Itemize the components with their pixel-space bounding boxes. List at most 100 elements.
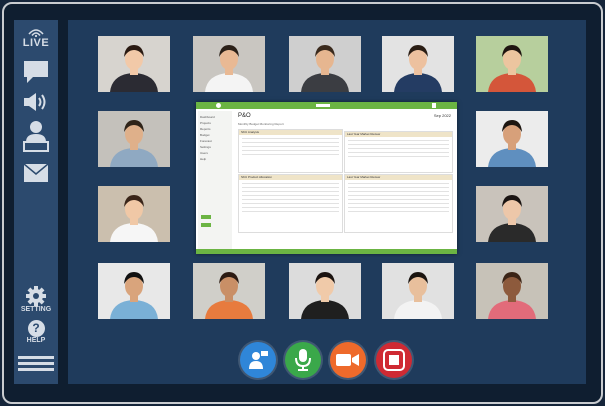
participant-avatar <box>476 111 548 167</box>
panel-row-line <box>242 191 339 192</box>
participant-avatar <box>382 36 454 92</box>
shared-screen-header <box>196 102 457 109</box>
speaker-icon <box>24 93 46 111</box>
participant-video-tile[interactable] <box>193 36 265 92</box>
participant-video-tile[interactable] <box>193 263 265 319</box>
microphone-button[interactable] <box>285 342 321 378</box>
panel-title: SKU Analysis <box>239 130 342 135</box>
panel-row-line <box>242 203 339 204</box>
panel-row-line <box>242 138 339 139</box>
panel-row-line <box>242 195 339 196</box>
participant-video-tile[interactable] <box>98 186 170 242</box>
panel-row-line <box>348 183 449 184</box>
header-controls-icon <box>316 104 330 107</box>
participant-avatar <box>382 263 454 319</box>
report-intro: Monthly Budget Monitoring Report <box>238 122 284 126</box>
panel-row-line <box>348 148 449 149</box>
panel-row-line <box>242 146 339 147</box>
panel-title: Last Year Market Review <box>345 132 452 137</box>
shared-screen-nav: Dashboard Projects Reports Budget Forecast Se… <box>198 111 232 249</box>
panel-row-line <box>242 187 339 188</box>
panel-row-line <box>348 156 449 157</box>
live-label: LIVE <box>22 37 50 49</box>
shared-screen-footer <box>196 249 457 254</box>
participant-video-tile[interactable] <box>382 36 454 92</box>
report-title: P&O <box>238 113 251 119</box>
participant-avatar <box>193 263 265 319</box>
sidebar: LIVE SETTING ? HELP <box>14 20 58 384</box>
shared-screen[interactable]: Dashboard Projects Reports Budget Forecast Se… <box>196 102 457 254</box>
participant-video-tile[interactable] <box>98 111 170 167</box>
participant-video-tile[interactable] <box>98 263 170 319</box>
participant-video-tile[interactable] <box>476 186 548 242</box>
mail-button[interactable] <box>14 164 58 182</box>
stop-record-icon <box>383 349 405 371</box>
participant-video-tile[interactable] <box>476 263 548 319</box>
live-wifi-icon <box>28 29 44 37</box>
panel-row-line <box>242 199 339 200</box>
participant-avatar <box>476 36 548 92</box>
panel-rows <box>239 138 342 155</box>
participant-video-tile[interactable] <box>98 36 170 92</box>
panel-row-line <box>348 152 449 153</box>
nav-green-button-2 <box>201 223 211 227</box>
panel-row-line <box>242 211 339 212</box>
panel-row-line <box>242 142 339 143</box>
header-user-icon <box>432 103 436 108</box>
chat-icon <box>24 61 48 83</box>
panel-market-review-1: Last Year Market Review <box>344 131 453 173</box>
panel-row-line <box>348 191 449 192</box>
gear-icon <box>26 286 46 306</box>
panel-rows <box>345 140 452 157</box>
help-icon: ? <box>27 320 45 337</box>
chat-button[interactable] <box>14 60 58 84</box>
participant-video-tile[interactable] <box>382 263 454 319</box>
help-button[interactable]: ? HELP <box>14 320 58 344</box>
panel-row-line <box>242 207 339 208</box>
panel-row-line <box>348 199 449 200</box>
report-date: Sep 2022 <box>433 113 451 118</box>
participant-avatar <box>193 36 265 92</box>
setting-button[interactable]: SETTING <box>14 286 58 313</box>
presenter-icon <box>23 121 49 152</box>
panel-row-line <box>348 140 449 141</box>
setting-label: SETTING <box>20 306 52 313</box>
panel-sku-analysis: SKU Analysis <box>238 129 343 173</box>
participant-avatar <box>98 36 170 92</box>
stop-record-button[interactable] <box>376 342 412 378</box>
microphone-icon <box>295 349 311 371</box>
participant-video-tile[interactable] <box>289 263 361 319</box>
camera-button[interactable] <box>330 342 366 378</box>
panel-row-line <box>242 183 339 184</box>
participant-video-tile[interactable] <box>476 111 548 167</box>
nav-item[interactable]: Help <box>200 156 230 162</box>
panel-row-line <box>348 207 449 208</box>
participant-avatar <box>476 186 548 242</box>
help-label: HELP <box>26 337 46 344</box>
help-glyph: ? <box>32 321 40 335</box>
participant-video-tile[interactable] <box>476 36 548 92</box>
presenter-button[interactable] <box>14 120 58 152</box>
panel-row-line <box>242 154 339 155</box>
panel-market-review-2: Last Year Market Review <box>344 174 453 233</box>
share-screen-button[interactable] <box>240 342 276 378</box>
panel-rows <box>345 183 452 212</box>
panel-row-line <box>348 195 449 196</box>
panel-row-line <box>348 187 449 188</box>
panel-rows <box>239 183 342 212</box>
participant-video-tile[interactable] <box>289 36 361 92</box>
app-logo-icon <box>216 103 221 108</box>
participant-avatar <box>98 186 170 242</box>
participant-avatar <box>98 111 170 167</box>
live-button[interactable]: LIVE <box>14 28 58 49</box>
speaker-button[interactable] <box>14 92 58 112</box>
panel-row-line <box>242 150 339 151</box>
share-screen-icon <box>249 351 268 369</box>
menu-button[interactable] <box>14 356 58 372</box>
panel-row-line <box>348 144 449 145</box>
participant-avatar <box>289 36 361 92</box>
shared-screen-content: P&O Sep 2022 Monthly Budget Monitoring R… <box>234 111 455 249</box>
panel-sku-allocation: SKU Product Allocation <box>238 174 343 233</box>
panel-row-line <box>348 211 449 212</box>
panel-title: Last Year Market Review <box>345 175 452 180</box>
